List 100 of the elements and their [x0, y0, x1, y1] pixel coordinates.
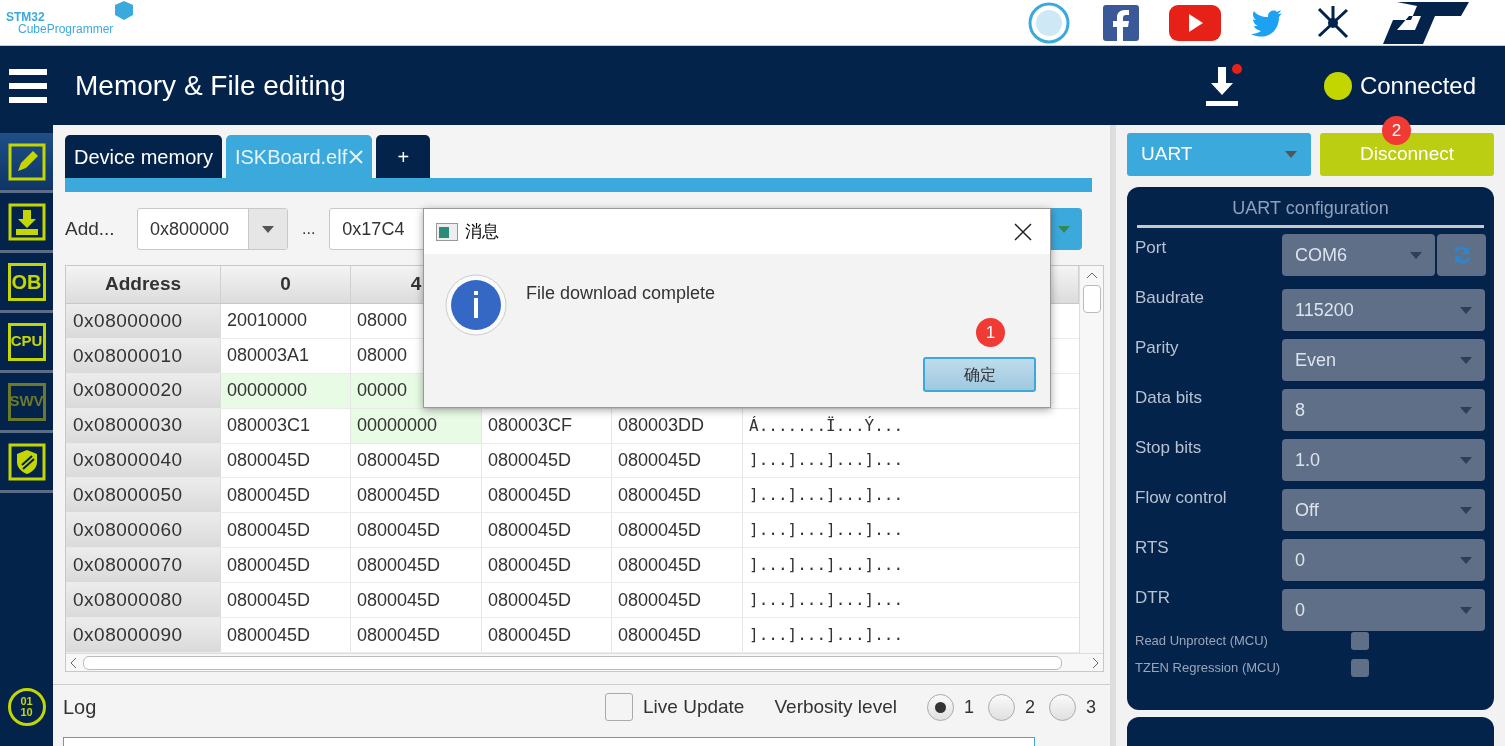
memory-cell[interactable]: 0800045D — [612, 548, 743, 583]
column-header[interactable]: 0 — [280, 270, 291, 299]
address-cell-text: 0x08000020 — [73, 378, 183, 403]
radio-label: 2 — [1024, 695, 1035, 719]
memory-cell[interactable]: 0800045D — [351, 618, 482, 652]
caret-icon — [1460, 506, 1472, 514]
memory-cell[interactable]: 0800045D — [221, 478, 351, 513]
field-label: RTS — [1135, 537, 1170, 559]
shield-icon[interactable] — [7, 442, 46, 481]
caret-icon — [1460, 306, 1472, 314]
download-icon[interactable] — [1203, 64, 1240, 107]
memory-cell[interactable]: 0800045D — [221, 513, 351, 548]
memory-cell[interactable]: 0800045D — [482, 443, 612, 478]
radio-label: 3 — [1086, 695, 1096, 719]
memory-cell[interactable]: 0800045D — [612, 513, 743, 548]
memory-cell[interactable]: 0800045D — [221, 443, 351, 478]
sidebar-item[interactable]: CPU — [7, 322, 46, 361]
memory-cell[interactable]: 0800045D — [221, 548, 351, 583]
add-tab-button[interactable]: + — [376, 135, 431, 178]
close-icon[interactable] — [1014, 222, 1032, 241]
memory-cell[interactable]: 0800045D — [612, 618, 743, 652]
scroll-left-icon[interactable] — [70, 656, 77, 669]
caret-icon — [1460, 456, 1472, 464]
field-label: DTR — [1135, 587, 1171, 609]
address-field[interactable]: 0x800000 — [137, 208, 288, 250]
page-title: Memory & File editing — [75, 68, 346, 103]
field-label: Parity — [1135, 337, 1180, 359]
memory-cell[interactable]: 0800045D — [351, 513, 482, 548]
caret-icon — [1460, 356, 1472, 364]
memory-cell[interactable]: 00000000 — [351, 408, 482, 443]
memory-cell[interactable]: 0800045D — [221, 618, 351, 652]
caret-icon — [262, 225, 274, 233]
cube-icon — [113, 0, 136, 22]
twitter-icon[interactable] — [1251, 8, 1283, 37]
memory-cell[interactable]: 0800045D — [612, 583, 743, 618]
ascii-cell-text: ]...]...]...]... — [749, 519, 904, 542]
memory-cell[interactable]: 20010000 — [221, 303, 351, 338]
logo-product: CubeProgrammer — [17, 22, 114, 35]
address-cell-text: 0x08000060 — [73, 518, 183, 543]
field-label: Port — [1135, 237, 1168, 259]
address-cell-text: 0x08000080 — [73, 587, 183, 612]
ascii-cell-text: Á.......Ï...Ý... — [749, 414, 904, 437]
dialog-message: File download complete — [526, 282, 716, 305]
memory-cell[interactable]: 0800045D — [482, 618, 612, 652]
column-header[interactable]: Address — [105, 270, 181, 299]
field-label: Baudrate — [1135, 287, 1205, 309]
sidebar-item[interactable]: OB — [7, 262, 46, 301]
scroll-up-icon[interactable] — [1085, 272, 1098, 279]
panel-title: UART configuration — [1232, 198, 1389, 218]
tab-label: Device memory — [74, 144, 213, 170]
memory-cell[interactable]: 0800045D — [612, 478, 743, 513]
memory-cell[interactable]: 0800045D — [482, 478, 612, 513]
checkbox-label: Read Unprotect (MCU) — [1135, 631, 1269, 650]
memory-cell[interactable]: 0800045D — [482, 513, 612, 548]
download-icon[interactable] — [7, 202, 46, 241]
memory-cell[interactable]: 0800045D — [351, 583, 482, 618]
st-logo-icon[interactable] — [1383, 1, 1469, 44]
caret-icon — [1460, 606, 1472, 614]
menu-icon[interactable] — [9, 68, 47, 103]
address-cell-text: 0x08000050 — [73, 483, 183, 508]
radio-button[interactable] — [926, 693, 954, 721]
memory-cell[interactable]: 0800045D — [351, 478, 482, 513]
memory-cell[interactable]: 0800045D — [351, 548, 482, 583]
address-cell-text: 0x08000000 — [73, 308, 183, 333]
memory-cell[interactable]: 0800045D — [221, 583, 351, 618]
memory-cell[interactable]: 0800045D — [351, 443, 482, 478]
vertical-scrollbar[interactable] — [1079, 266, 1103, 653]
memory-cell[interactable]: 00000000 — [221, 373, 351, 408]
tab-label: ISKBoard.elf — [234, 144, 348, 170]
memory-cell[interactable]: 0800045D — [482, 583, 612, 618]
scroll-right-icon[interactable] — [1092, 656, 1099, 669]
column-header[interactable]: 4 — [410, 270, 422, 299]
caret-icon — [1285, 151, 1297, 158]
radio-button[interactable] — [1049, 693, 1076, 721]
ascii-cell-text: ]...]...]...]... — [749, 484, 904, 507]
caret-icon — [1460, 406, 1472, 414]
horizontal-scrollbar[interactable] — [66, 653, 1103, 671]
ok-button[interactable]: 确定 — [923, 357, 1036, 392]
caret-icon — [1410, 251, 1422, 259]
step-badge: 1 — [976, 318, 1005, 347]
radio-button[interactable] — [987, 693, 1015, 721]
address-cell-text: 0x08000030 — [73, 413, 183, 438]
tab[interactable]: Device memory — [65, 135, 222, 178]
memory-cell[interactable]: 0800045D — [482, 548, 612, 583]
memory-cell[interactable]: 080003A1 — [221, 338, 351, 373]
refresh-icon — [1451, 245, 1472, 265]
scrollbar-thumb[interactable] — [1082, 285, 1101, 313]
caret-icon — [1460, 556, 1472, 564]
caret-icon — [1058, 225, 1070, 233]
ascii-cell-text: ]...]...]...]... — [749, 624, 904, 646]
edit-icon[interactable] — [7, 142, 46, 181]
address-cell-text: 0x08000010 — [73, 343, 183, 368]
binary-icon[interactable]: 01 10 — [7, 688, 46, 726]
range-separator: ... — [302, 219, 316, 239]
checkbox[interactable] — [605, 693, 634, 721]
memory-cell[interactable]: 0800045D — [612, 443, 743, 478]
youtube-icon[interactable] — [1169, 4, 1221, 41]
connection-status: Connected — [1359, 70, 1476, 101]
facebook-icon[interactable] — [1103, 4, 1139, 41]
field-label: Data bits — [1135, 387, 1204, 409]
